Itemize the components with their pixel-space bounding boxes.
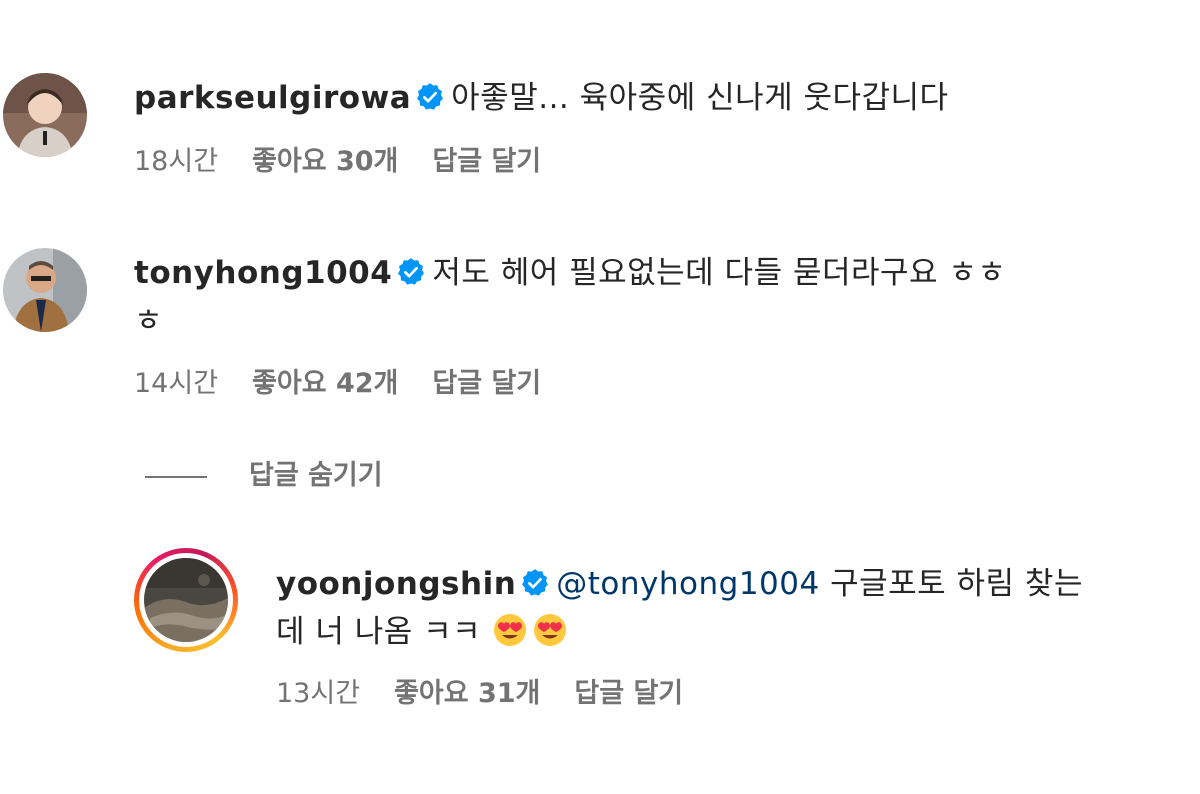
verified-badge-icon: [520, 566, 550, 610]
timestamp[interactable]: 14시간: [134, 368, 218, 399]
timestamp[interactable]: 18시간: [134, 146, 218, 177]
reply-button[interactable]: 답글 달기: [432, 368, 541, 399]
likes-count[interactable]: 좋아요 31개: [394, 678, 540, 709]
comment-meta: 14시간 좋아요 42개 답글 달기: [134, 366, 575, 402]
timestamp[interactable]: 13시간: [276, 678, 360, 709]
story-ring[interactable]: [134, 548, 238, 652]
reply-text-row-2: 데 너 나옴 ㅋㅋ: [276, 610, 572, 660]
reply-meta: 13시간 좋아요 31개 답글 달기: [276, 676, 717, 712]
username[interactable]: tonyhong1004: [134, 255, 392, 291]
verified-badge-icon: [415, 80, 445, 124]
comment-text-row: parkseulgirowa 아좋말... 육아중에 신나게 웃다갑니다: [134, 76, 949, 124]
reply-button[interactable]: 답글 달기: [432, 146, 541, 177]
comment-text-row-2: ㅎ: [134, 299, 163, 343]
avatar[interactable]: [3, 73, 87, 157]
comment-text: 아좋말... 육아중에 신나게 웃다갑니다: [451, 80, 949, 116]
likes-count[interactable]: 좋아요 30개: [252, 146, 398, 177]
hide-replies-label: 답글 숨기기: [249, 460, 383, 491]
username[interactable]: yoonjongshin: [276, 566, 516, 602]
comment-meta: 18시간 좋아요 30개 답글 달기: [134, 144, 575, 180]
comment-text-continued: ㅎ: [134, 303, 164, 339]
hide-replies-divider: [145, 475, 207, 478]
reply-text: 구글포토 하림 찾는: [830, 566, 1083, 602]
heart-eyes-emoji-icon: [492, 612, 528, 660]
likes-count[interactable]: 좋아요 42개: [252, 368, 398, 399]
hide-replies-button[interactable]: 답글 숨기기: [145, 456, 383, 496]
avatar[interactable]: [3, 248, 87, 332]
comment-text-row: tonyhong1004 저도 헤어 필요없는데 다들 묻더라구요 ㅎㅎ: [134, 251, 1006, 299]
verified-badge-icon: [396, 255, 426, 299]
heart-eyes-emoji-icon: [532, 612, 568, 660]
reply-text-row: yoonjongshin @tonyhong1004 구글포토 하림 찾는: [276, 562, 1083, 610]
avatar[interactable]: [144, 558, 228, 642]
comment-text: 저도 헤어 필요없는데 다들 묻더라구요 ㅎㅎ: [432, 255, 1007, 291]
username[interactable]: parkseulgirowa: [134, 80, 411, 116]
reply-text-continued: 데 너 나옴 ㅋㅋ: [276, 614, 482, 650]
mention-link[interactable]: @tonyhong1004: [556, 566, 819, 602]
reply-button[interactable]: 답글 달기: [574, 678, 683, 709]
